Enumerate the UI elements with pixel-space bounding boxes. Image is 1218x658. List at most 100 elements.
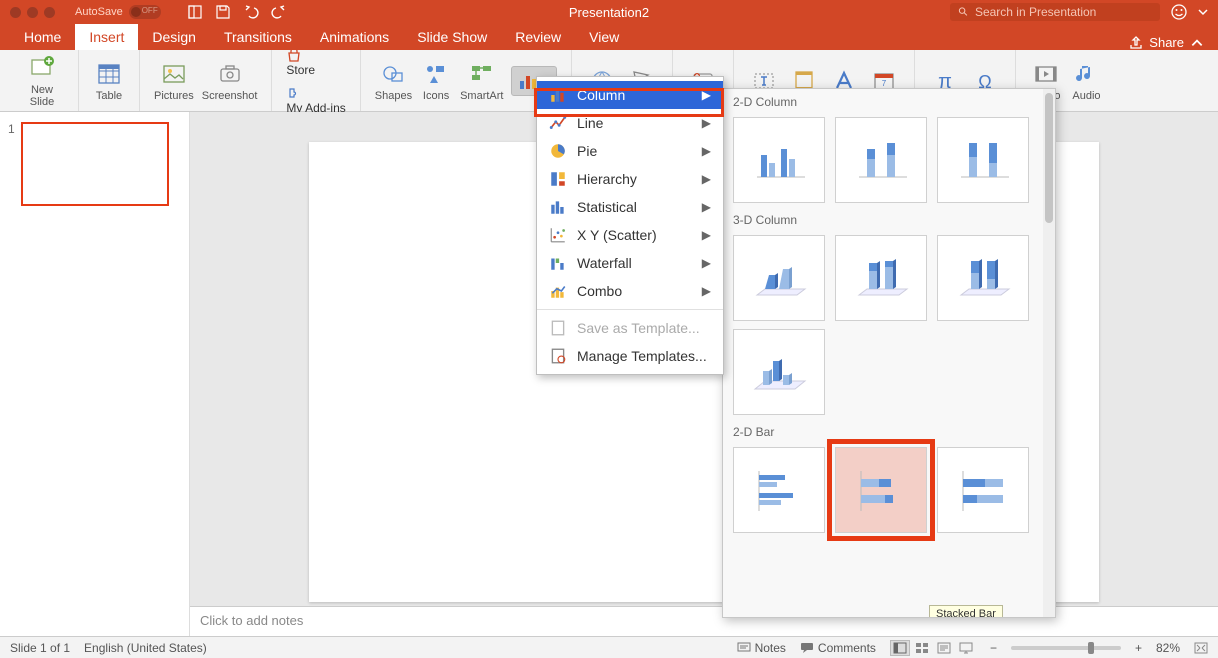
sorter-view-button[interactable]: [912, 640, 932, 656]
tab-home[interactable]: Home: [10, 24, 75, 50]
submenu-arrow-icon: ▶: [702, 88, 711, 102]
menu-label: Waterfall: [577, 255, 632, 271]
feedback-icon[interactable]: [1170, 3, 1188, 21]
zoom-window-button[interactable]: [44, 7, 55, 18]
tab-transitions[interactable]: Transitions: [210, 24, 306, 50]
menu-label: Combo: [577, 283, 622, 299]
scatter-chart-icon: [549, 226, 567, 244]
table-button[interactable]: Table: [89, 58, 129, 104]
smartart-button[interactable]: SmartArt: [456, 58, 507, 104]
slide-thumbnail[interactable]: [21, 122, 169, 206]
menu-item-scatter[interactable]: X Y (Scatter) ▶: [537, 221, 723, 249]
chart-tile-stacked-column[interactable]: [835, 117, 927, 203]
chart-tile-clustered-column[interactable]: [733, 117, 825, 203]
menu-item-statistical[interactable]: Statistical ▶: [537, 193, 723, 221]
title-chevron-down-icon[interactable]: [1198, 7, 1208, 17]
notes-placeholder: Click to add notes: [200, 613, 303, 628]
notes-toggle[interactable]: Notes: [737, 641, 786, 655]
search-box[interactable]: [950, 3, 1160, 21]
language-indicator[interactable]: English (United States): [84, 641, 207, 655]
tab-insert[interactable]: Insert: [75, 24, 138, 50]
tab-review[interactable]: Review: [501, 24, 575, 50]
autosave-toggle[interactable]: [129, 5, 161, 19]
slide-thumbnail-pane[interactable]: 1: [0, 112, 190, 636]
normal-view-button[interactable]: [890, 640, 910, 656]
slide-counter[interactable]: Slide 1 of 1: [10, 641, 70, 655]
status-bar: Slide 1 of 1 English (United States) Not…: [0, 636, 1218, 658]
shapes-button[interactable]: Shapes: [371, 58, 416, 104]
reading-view-button[interactable]: [934, 640, 954, 656]
menu-item-manage-templates[interactable]: Manage Templates...: [537, 342, 723, 370]
gallery-section-2d-bar: 2-D Bar: [723, 419, 1043, 443]
chart-gallery: 2-D Column 3-D Column 2-D Bar Stacked Ba…: [722, 88, 1056, 618]
waterfall-chart-icon: [549, 254, 567, 272]
pictures-button[interactable]: Pictures: [150, 58, 198, 104]
icons-icon: [422, 60, 450, 88]
qat-home-icon[interactable]: [187, 4, 203, 20]
close-window-button[interactable]: [10, 7, 21, 18]
chart-tile-clustered-bar[interactable]: [733, 447, 825, 533]
chart-tile-3d-stacked-column[interactable]: [835, 235, 927, 321]
menu-item-combo[interactable]: Combo ▶: [537, 277, 723, 305]
notes-pane[interactable]: Click to add notes: [190, 606, 1218, 636]
menu-item-hierarchy[interactable]: Hierarchy ▶: [537, 165, 723, 193]
menu-label: Column: [577, 87, 625, 103]
tab-slideshow[interactable]: Slide Show: [403, 24, 501, 50]
menu-item-pie[interactable]: Pie ▶: [537, 137, 723, 165]
window-controls: [0, 7, 55, 18]
fit-to-window-button[interactable]: [1194, 642, 1208, 654]
zoom-out-button[interactable]: −: [990, 641, 997, 655]
addins-icon: [286, 85, 302, 101]
combo-chart-icon: [549, 282, 567, 300]
redo-icon[interactable]: [271, 4, 287, 20]
zoom-slider[interactable]: [1011, 646, 1121, 650]
chart-tile-100-stacked-bar[interactable]: [937, 447, 1029, 533]
share-button[interactable]: Share: [1149, 35, 1184, 50]
view-switcher: [890, 640, 976, 656]
tab-view[interactable]: View: [575, 24, 633, 50]
menu-item-waterfall[interactable]: Waterfall ▶: [537, 249, 723, 277]
collapse-ribbon-icon[interactable]: [1190, 36, 1204, 50]
save-icon[interactable]: [215, 4, 231, 20]
submenu-arrow-icon: ▶: [702, 200, 711, 214]
gallery-scrollbar[interactable]: [1043, 89, 1055, 617]
new-slide-label: New Slide: [30, 84, 54, 108]
share-icon: [1129, 36, 1143, 50]
tab-animations[interactable]: Animations: [306, 24, 403, 50]
menu-label: X Y (Scatter): [577, 227, 657, 243]
slideshow-view-button[interactable]: [956, 640, 976, 656]
menu-item-save-template: Save as Template...: [537, 314, 723, 342]
menu-item-column[interactable]: Column ▶: [537, 81, 723, 109]
chart-tooltip: Stacked Bar: [929, 605, 1003, 618]
menu-label: Hierarchy: [577, 171, 637, 187]
search-input[interactable]: [975, 5, 1152, 19]
new-slide-button[interactable]: New Slide: [16, 52, 68, 110]
audio-button[interactable]: Audio: [1066, 58, 1106, 104]
tab-design[interactable]: Design: [138, 24, 210, 50]
undo-icon[interactable]: [243, 4, 259, 20]
zoom-in-button[interactable]: +: [1135, 641, 1142, 655]
zoom-percentage[interactable]: 82%: [1156, 641, 1180, 655]
screenshot-button[interactable]: Screenshot: [198, 58, 262, 104]
minimize-window-button[interactable]: [27, 7, 38, 18]
icons-button[interactable]: Icons: [416, 58, 456, 104]
menu-item-line[interactable]: Line ▶: [537, 109, 723, 137]
chart-tile-3d-column[interactable]: [733, 329, 825, 415]
submenu-arrow-icon: ▶: [702, 172, 711, 186]
comments-toggle[interactable]: Comments: [800, 641, 876, 655]
comments-label: Comments: [818, 641, 876, 655]
autosave-control[interactable]: AutoSave: [75, 5, 161, 19]
chart-tile-3d-100-stacked-column[interactable]: [937, 235, 1029, 321]
chart-tile-100-stacked-column[interactable]: [937, 117, 1029, 203]
chart-tile-3d-clustered-column[interactable]: [733, 235, 825, 321]
menu-label: Save as Template...: [577, 320, 700, 336]
thumbnail-number: 1: [8, 122, 15, 206]
icons-label: Icons: [423, 90, 449, 102]
hierarchy-chart-icon: [549, 170, 567, 188]
shapes-label: Shapes: [375, 90, 412, 102]
save-template-icon: [549, 319, 567, 337]
pictures-icon: [160, 60, 188, 88]
chart-tile-stacked-bar[interactable]: [835, 447, 927, 533]
notes-label: Notes: [755, 641, 786, 655]
submenu-arrow-icon: ▶: [702, 284, 711, 298]
